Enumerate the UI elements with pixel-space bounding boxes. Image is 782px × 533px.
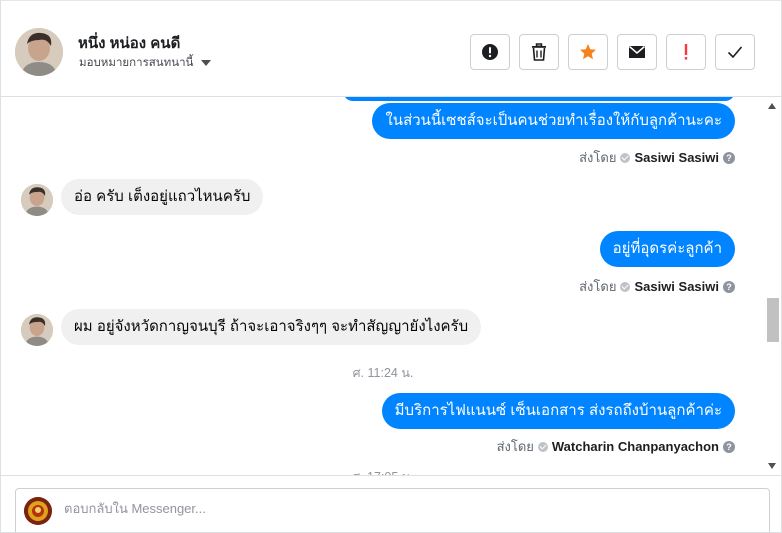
message-bubble-outgoing: อยู่ที่อุดรค่ะลูกค้า bbox=[599, 231, 735, 267]
page-avatar bbox=[24, 497, 52, 525]
message-scrollbar[interactable] bbox=[765, 97, 781, 475]
star-icon bbox=[580, 44, 596, 60]
reply-input[interactable] bbox=[64, 501, 714, 516]
envelope-icon bbox=[629, 45, 645, 58]
sent-by-line: ส่งโดย Watcharin Chanpanyachon ? bbox=[497, 436, 735, 457]
trash-icon bbox=[532, 43, 546, 61]
contact-avatar-small bbox=[21, 314, 53, 346]
conversation-actions bbox=[470, 34, 755, 70]
help-icon[interactable]: ? bbox=[723, 280, 735, 293]
help-icon[interactable]: ? bbox=[723, 151, 735, 164]
exclamation-icon bbox=[684, 44, 688, 60]
message-timestamp: ศ. 17:05 น. bbox=[1, 467, 765, 475]
scroll-up-arrow-icon[interactable] bbox=[768, 103, 776, 109]
assign-label: มอบหมายการสนทนานี้ bbox=[79, 57, 194, 69]
assign-conversation-dropdown[interactable]: มอบหมายการสนทนานี้ bbox=[79, 54, 212, 72]
follow-up-button[interactable] bbox=[666, 34, 706, 70]
help-icon[interactable]: ? bbox=[723, 440, 735, 453]
sent-by-prefix: ส่งโดย bbox=[579, 150, 617, 165]
sent-by-prefix: ส่งโดย bbox=[579, 279, 617, 294]
sent-by-prefix: ส่งโดย bbox=[496, 439, 534, 454]
message-bubble-outgoing: มีบริการไฟแนนซ์ เซ็นเอกสาร ส่งรถถึงบ้านล… bbox=[381, 393, 735, 429]
reply-composer bbox=[1, 475, 781, 532]
check-circle-icon bbox=[620, 152, 631, 163]
message-timestamp: ศ. 11:24 น. bbox=[352, 366, 414, 380]
star-button[interactable] bbox=[568, 34, 608, 70]
chevron-down-icon bbox=[201, 60, 212, 66]
message-bubble-incoming: อ่อ ครับ เต็งอยู่แถวไหนครับ bbox=[61, 179, 264, 215]
sender-name: Sasiwi Sasiwi bbox=[634, 279, 719, 294]
sender-name: Watcharin Chanpanyachon bbox=[551, 439, 719, 454]
message-bubble-outgoing: ในส่วนนี้เซชส์จะเป็นคนช่วยทำเรื่องให้กับ… bbox=[372, 103, 735, 139]
scrollbar-thumb[interactable] bbox=[767, 298, 779, 342]
conversation-panel: หนึ่ง หน่อง คนดี มอบหมายการสนทนานี้ ในส่… bbox=[0, 0, 782, 533]
delete-button[interactable] bbox=[519, 34, 559, 70]
conversation-header: หนึ่ง หน่อง คนดี มอบหมายการสนทนานี้ bbox=[1, 7, 781, 97]
contact-name: หนึ่ง หน่อง คนดี bbox=[78, 35, 181, 52]
message-bubble-incoming: ผม อยู่จังหวัดกาญจนบุรี ถ้าจะเอาจริงๆๆ จ… bbox=[61, 309, 482, 345]
sender-name: Sasiwi Sasiwi bbox=[634, 150, 719, 165]
check-icon bbox=[727, 46, 743, 59]
contact-avatar-small bbox=[21, 184, 53, 216]
mark-done-button[interactable] bbox=[715, 34, 755, 70]
alert-circle-icon bbox=[482, 44, 498, 60]
sent-by-line: ส่งโดย Sasiwi Sasiwi ? bbox=[579, 276, 735, 297]
message-list: ในส่วนนี้เซชส์จะเป็นคนช่วยทำเรื่องให้กับ… bbox=[1, 97, 765, 475]
mark-unread-button[interactable] bbox=[617, 34, 657, 70]
message-bubble-partial bbox=[343, 97, 735, 101]
check-circle-icon bbox=[620, 281, 631, 292]
sent-by-line: ส่งโดย Sasiwi Sasiwi ? bbox=[579, 147, 735, 168]
report-spam-button[interactable] bbox=[470, 34, 510, 70]
contact-avatar[interactable] bbox=[15, 28, 63, 76]
check-circle-icon bbox=[537, 441, 548, 452]
reply-box[interactable] bbox=[15, 488, 770, 532]
scroll-down-arrow-icon[interactable] bbox=[768, 463, 776, 469]
